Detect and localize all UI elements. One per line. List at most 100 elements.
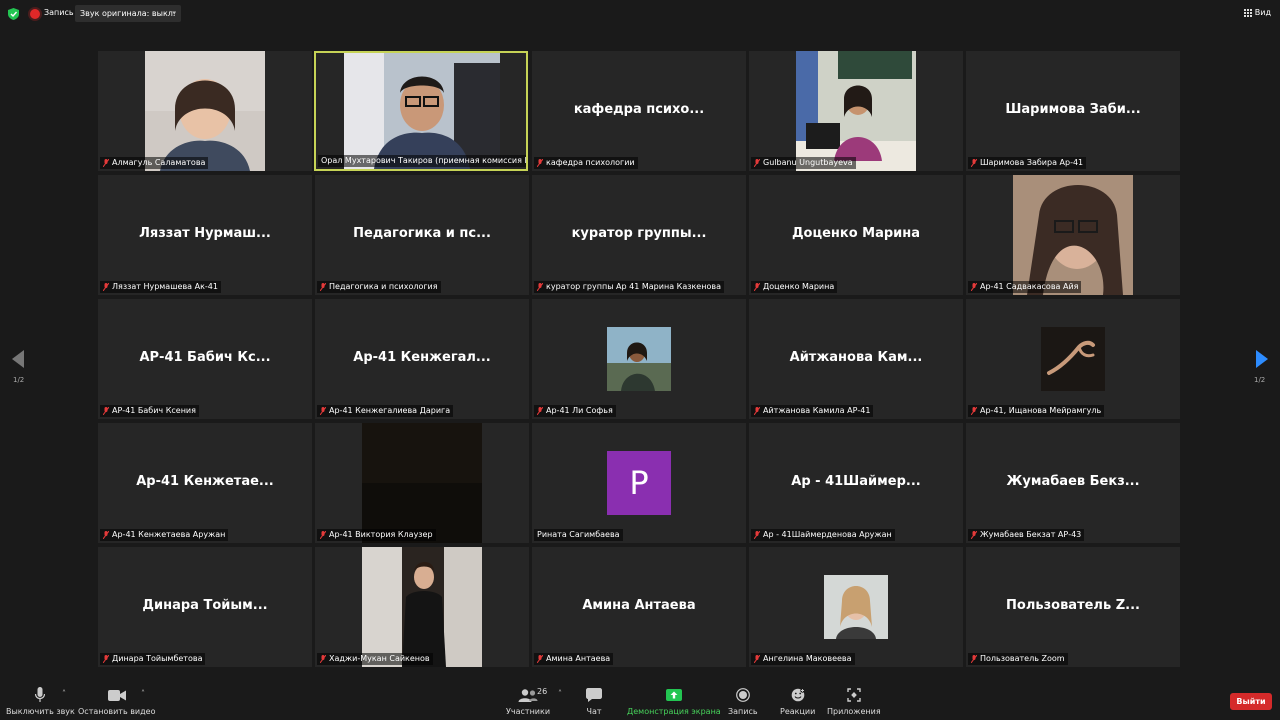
muted-mic-icon	[754, 283, 760, 291]
participant-display-name: Динара Тойым...	[142, 598, 268, 613]
participant-tile[interactable]: АР-41 Бабич Кс... АР-41 Бабич Ксения	[98, 299, 312, 419]
participants-icon	[518, 688, 538, 702]
original-sound-label: Звук оригинала: выкл.	[80, 9, 176, 18]
muted-mic-icon	[754, 159, 760, 167]
participant-tile[interactable]: P Рината Сагимбаева	[532, 423, 746, 543]
participant-tile[interactable]: Доценко Марина Доценко Марина	[749, 175, 963, 295]
share-screen-label: Демонстрация экрана	[627, 707, 721, 716]
participant-video	[1013, 175, 1133, 295]
apps-icon	[847, 688, 861, 702]
share-screen-button[interactable]: Демонстрация экрана	[627, 686, 721, 716]
participant-name: Алмагуль Саламатова	[100, 157, 209, 169]
muted-mic-icon	[320, 283, 326, 291]
muted-mic-icon	[971, 531, 977, 539]
participant-display-name: Шаримова Заби...	[1005, 102, 1141, 117]
muted-mic-icon	[537, 159, 543, 167]
participant-display-name: Доценко Марина	[791, 226, 921, 241]
participant-name: Ар - 41Шаймерденова Аружан	[751, 529, 895, 541]
apps-label: Приложения	[827, 707, 881, 716]
meeting-toolbar: Выключить звук ˄ Остановить видео ˄ Учас…	[0, 682, 1280, 720]
participant-name: Шаримова Забира Ар-41	[968, 157, 1087, 169]
muted-mic-icon	[971, 407, 977, 415]
participant-tile[interactable]: Динара Тойым... Динара Тойымбетова	[98, 547, 312, 667]
participant-name: Ар-41 Виктория Клаузер	[317, 529, 436, 541]
participant-tile[interactable]: Ар-41 Виктория Клаузер	[315, 423, 529, 543]
participant-tile[interactable]: Ар-41 Ли Софья	[532, 299, 746, 419]
participant-name: Орал Мухтарович Такиров (приемная комисс…	[318, 155, 526, 167]
participant-tile[interactable]: кафедра психо... кафедра психологии	[532, 51, 746, 171]
participant-tile[interactable]: Шаримова Заби... Шаримова Забира Ар-41	[966, 51, 1180, 171]
participants-count: 26	[537, 687, 548, 696]
muted-mic-icon	[971, 655, 977, 663]
participant-tile[interactable]: Ар-41 Садвакасова Айя	[966, 175, 1180, 295]
participant-name: Айтжанова Камила АР-41	[751, 405, 874, 417]
participant-video	[145, 51, 265, 171]
participant-tile-active-speaker[interactable]: Орал Мухтарович Такиров (приемная комисс…	[314, 51, 528, 171]
participant-display-name: Ляззат Нурмаш...	[139, 226, 271, 241]
muted-mic-icon	[971, 159, 977, 167]
participant-display-name: кафедра психо...	[573, 102, 705, 117]
leave-meeting-button[interactable]: Выйти	[1230, 693, 1272, 710]
muted-mic-icon	[103, 531, 109, 539]
muted-mic-icon	[754, 655, 760, 663]
participant-display-name: Амина Антаева	[582, 598, 696, 613]
participant-name: Ар-41 Кенжетаева Аружан	[100, 529, 229, 541]
participant-tile[interactable]: Амина Антаева Амина Антаева	[532, 547, 746, 667]
participant-tile[interactable]: куратор группы... куратор группы Ар 41 М…	[532, 175, 746, 295]
participant-name: Ар-41 Ли Софья	[534, 405, 616, 417]
participant-name: Рината Сагимбаева	[534, 529, 623, 541]
participant-display-name: Жумабаев Бекз...	[1006, 474, 1140, 489]
participant-tile[interactable]: Ар - 41Шаймер... Ар - 41Шаймерденова Ару…	[749, 423, 963, 543]
video-options-chevron-icon[interactable]: ˄	[141, 689, 145, 698]
participant-tile[interactable]: Педагогика и пс... Педагогика и психолог…	[315, 175, 529, 295]
reactions-label: Реакции	[780, 707, 816, 716]
participant-name: Ангелина Маковеева	[751, 653, 855, 665]
participant-tile[interactable]: Жумабаев Бекз... Жумабаев Бекзат АР-43	[966, 423, 1180, 543]
stop-video-label: Остановить видео	[78, 707, 156, 716]
next-page-arrow-icon[interactable]	[1256, 350, 1268, 368]
muted-mic-icon	[103, 655, 109, 663]
participant-tile[interactable]: Алмагуль Саламатова	[98, 51, 312, 171]
participant-video	[362, 547, 482, 667]
recording-icon	[30, 9, 40, 19]
participant-tile[interactable]: Ляззат Нурмаш... Ляззат Нурмашева Ак-41	[98, 175, 312, 295]
mute-label: Выключить звук	[6, 707, 75, 716]
original-sound-dropdown[interactable]: Звук оригинала: выкл. ▾	[75, 5, 181, 22]
participant-initial-avatar: P	[607, 451, 671, 515]
previous-page-arrow-icon[interactable]	[12, 350, 24, 368]
participant-tile[interactable]: Ар-41, Ищанова Мейрамгуль	[966, 299, 1180, 419]
participant-display-name: куратор группы...	[571, 226, 707, 241]
grid-view-icon	[1243, 8, 1252, 17]
participant-name: Хаджи-Мукан Сайкенов	[317, 653, 433, 665]
participant-tile[interactable]: Ар-41 Кенжетае... Ар-41 Кенжетаева Аружа…	[98, 423, 312, 543]
participants-label: Участники	[506, 707, 551, 716]
participant-tile[interactable]: Ангелина Маковеева	[749, 547, 963, 667]
muted-mic-icon	[537, 655, 543, 663]
participant-video	[362, 423, 482, 543]
muted-mic-icon	[537, 283, 543, 291]
participant-tile[interactable]: Хаджи-Мукан Сайкенов	[315, 547, 529, 667]
participant-tile[interactable]: Пользователь Z... Пользователь Zoom	[966, 547, 1180, 667]
participant-display-name: Ар-41 Кенжетае...	[136, 474, 274, 489]
record-icon	[735, 688, 750, 702]
participant-tile[interactable]: Gulbanu Ungutbayeva	[749, 51, 963, 171]
participant-tile[interactable]: Айтжанова Кам... Айтжанова Камила АР-41	[749, 299, 963, 419]
participants-options-chevron-icon[interactable]: ˄	[558, 689, 562, 698]
recording-label: Запись	[44, 8, 74, 17]
share-screen-icon	[665, 689, 682, 701]
participant-tile[interactable]: Ар-41 Кенжегал... Ар-41 Кенжегалиева Дар…	[315, 299, 529, 419]
shield-icon[interactable]	[8, 8, 19, 20]
chat-button[interactable]: Чат	[586, 686, 602, 716]
reactions-button[interactable]: Реакции	[780, 686, 815, 716]
participant-video	[344, 53, 500, 169]
muted-mic-icon	[103, 159, 109, 167]
view-button[interactable]: Вид	[1243, 8, 1271, 17]
participant-name: Ар-41 Садвакасова Айя	[968, 281, 1082, 293]
participant-name: Ляззат Нурмашева Ак-41	[100, 281, 221, 293]
record-button[interactable]: Запись	[728, 686, 758, 716]
participant-name: кафедра психологии	[534, 157, 638, 169]
apps-button[interactable]: Приложения	[827, 686, 881, 716]
muted-mic-icon	[537, 407, 543, 415]
audio-options-chevron-icon[interactable]: ˄	[62, 689, 66, 698]
muted-mic-icon	[754, 531, 760, 539]
